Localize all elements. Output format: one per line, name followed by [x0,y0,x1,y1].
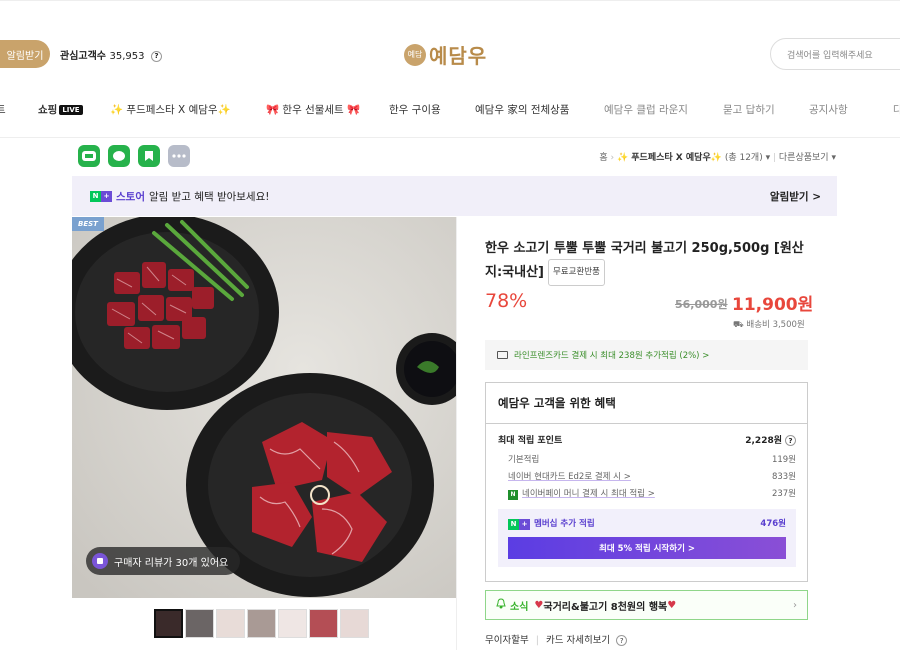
heart-icon: ♥ [667,599,677,611]
help-icon[interactable]: ? [785,435,796,446]
naverpay-icon: N [508,489,518,500]
bell-icon [496,598,506,612]
review-count-pill[interactable]: 구매자 리뷰가 30개 있어요 [86,547,241,575]
nav-item-club-lounge[interactable]: 예담우 클럽 라운지 [604,102,688,117]
credit-card-icon [497,351,508,359]
nav-item-grill[interactable]: 한우 구이용 [389,102,441,117]
interest-number: 35,953 [109,51,145,62]
thumbnail[interactable] [309,609,338,638]
original-price: 56,000원 [675,298,728,311]
thumbnail[interactable] [154,609,183,638]
interest-count: 관심고객수 35,953 ? [60,47,162,62]
customer-benefit-box: 예담우 고객을 위한 혜택 최대 적립 포인트 2,228원? 기본적립 119원… [485,382,808,582]
interest-label: 관심고객수 [60,51,106,62]
news-label: 소식 [510,601,529,613]
logo-seal-icon: 예담 [404,43,426,66]
logo-text: 예담우 [429,44,488,68]
discount-rate: 78% [485,290,528,312]
live-badge: LIVE [59,105,83,115]
sale-price: 11,900원 [732,295,814,315]
nav-item-qna[interactable]: 묻고 답하기 [723,102,775,117]
review-icon [92,553,108,569]
breadcrumb-home[interactable]: 홈 [599,153,607,163]
top-border [0,0,900,4]
truck-icon: ⛟ [733,320,744,330]
free-exchange-chip: 무료교환반품 [547,259,605,286]
naver-plus-icon: N + [90,190,112,202]
review-text: 구매자 리뷰가 30개 있어요 [114,557,229,569]
thumbnail[interactable] [247,609,276,638]
benefit-title: 예담우 고객을 위한 혜택 [498,396,616,410]
nav-item-food-festa[interactable]: ✨ 푸드페스타 X 예담우✨ [110,102,231,117]
nav-item-all-products[interactable]: 예담우 家의 전체상품 [475,102,569,117]
chevron-down-icon: ▾ [765,153,771,163]
help-icon[interactable]: ? [616,635,628,646]
naver-plus-icon: N + [508,518,530,530]
kakao-icon[interactable] [108,145,130,167]
naver-blog-icon[interactable] [78,145,100,167]
nav-item-shopping-live[interactable]: 쇼핑 LIVE [38,102,83,117]
max-points-value: 2,228원 [745,436,782,446]
banner-alert-button[interactable]: 알림받기 > [770,189,821,204]
more-icon[interactable] [168,145,190,167]
breadcrumb-count: (총 12개) [724,153,763,163]
shipping-fee: ⛟ 배송비 3,500원 [733,320,805,330]
store-label: 스토어 [116,190,145,203]
max-points-row: 최대 적립 포인트 2,228원? [498,433,796,446]
column-divider [456,217,457,650]
thumbnail[interactable] [185,609,214,638]
news-text: 국거리&불고기 8천원의 행복 [543,601,668,613]
breadcrumb: 홈 › ✨ 푸드페스타 X 예담우✨ (총 12개) ▾ | 다른상품보기 ▾ [599,153,836,163]
nav-item-gift-set[interactable]: 🎀 한우 선물세트 🎀 [266,102,360,117]
benefit-divider [486,423,807,424]
main-nav: 트 쇼핑 LIVE ✨ 푸드페스타 X 예담우✨ 🎀 한우 선물세트 🎀 한우 구… [0,96,900,124]
other-products-link[interactable]: 다른상품보기 [779,153,829,163]
chevron-right-icon: › [793,599,797,611]
search-input[interactable]: 검색어를 입력해주세요 [770,38,900,70]
basic-points-row: 기본적립 119원 [508,455,796,465]
chevron-down-icon: ▾ [831,153,836,163]
nav-divider [0,137,900,138]
card-benefit-link[interactable]: 라인프렌즈카드 결제 시 최대 238원 추가적립 (2%) > [485,340,808,370]
nav-item-notice[interactable]: 공지사항 [809,102,848,117]
product-title: 한우 소고기 투뿔 투뿔 국거리 불고기 250g,500g [원산지:국내산]… [485,238,805,286]
breadcrumb-category[interactable]: ✨ 푸드페스타 X 예담우✨ [617,153,722,163]
thumbnail[interactable] [216,609,245,638]
product-main-image[interactable]: BEST 구매자 리뷰가 30개 있어요 [72,217,456,598]
store-alert-banner: N + 스토어 알림 받고 혜택 받아보세요! 알림받기 > [72,176,837,216]
installment-link[interactable]: 무이자할부 [485,635,529,646]
nav-item-partial-left[interactable]: 트 [0,102,6,117]
card-detail-link[interactable]: 카드 자세히보기 [546,635,610,646]
thumbnail[interactable] [340,609,369,638]
store-logo[interactable]: 예담 예담우 [404,40,487,69]
payment-links: 무이자할부 | 카드 자세히보기 ? [485,632,628,646]
best-badge: BEST [72,217,104,231]
hyundai-card-row[interactable]: 네이버 현대카드 Ed2로 결제 시 >833원 [498,470,796,482]
product-photo [72,217,456,598]
thumbnail-strip [154,609,369,638]
heart-icon: ♥ [534,599,544,611]
membership-box: N + 멤버십 추가 적립 476원 최대 5% 적립 시작하기 > [498,509,796,567]
naverpay-money-row[interactable]: N 네이버페이 머니 결제 시 최대 적립 >237원 [498,487,796,500]
thumbnail[interactable] [278,609,307,638]
membership-start-button[interactable]: 최대 5% 적립 시작하기 > [508,537,786,559]
store-news-bar[interactable]: 소식 ♥ 국거리&불고기 8천원의 행복 ♥ › [485,590,808,620]
nav-item-partial-right[interactable]: 다 [893,102,900,117]
help-icon[interactable]: ? [150,50,162,62]
bookmark-icon[interactable] [138,145,160,167]
banner-text: 알림 받고 혜택 받아보세요! [148,190,270,203]
notify-button[interactable]: 알림받기 [0,40,50,68]
membership-row: N + 멤버십 추가 적립 476원 [508,517,786,530]
